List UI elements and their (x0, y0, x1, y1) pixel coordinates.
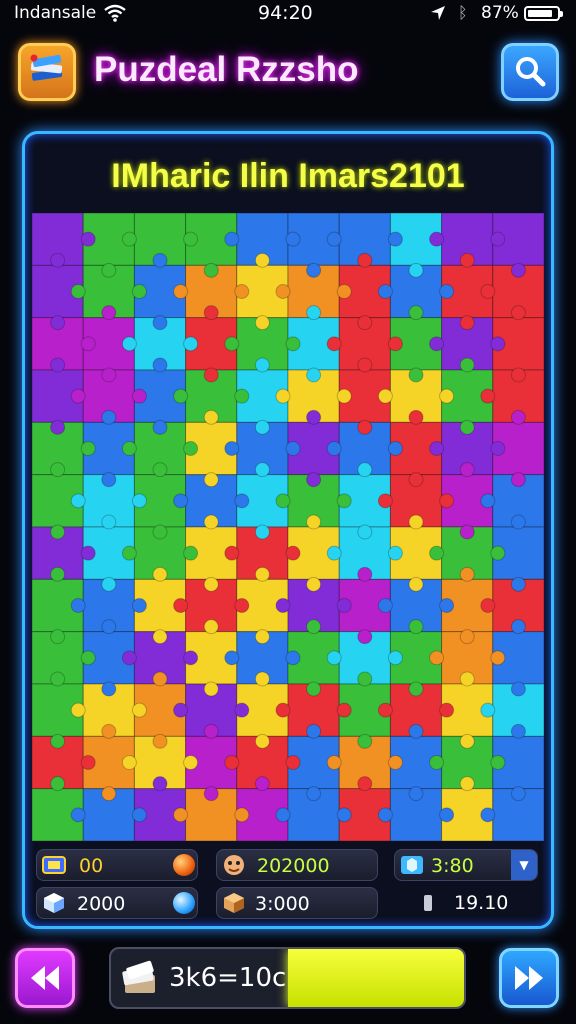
progress-label: 3k6=10c (169, 963, 287, 993)
tile-icon (42, 856, 66, 874)
location-arrow-icon (431, 6, 445, 20)
board-gloss (32, 213, 544, 841)
coins-stat: 3:000 (216, 887, 378, 919)
bluetooth-icon: ᛒ (458, 3, 468, 22)
moves-value: 00 (79, 855, 104, 877)
water-orb-icon (173, 892, 195, 914)
fire-orb-icon (173, 854, 195, 876)
score-stat: 202000 (216, 849, 378, 881)
timer-icon (424, 895, 432, 911)
fast-forward-icon (515, 966, 543, 990)
moves-stat: 00 (36, 849, 198, 881)
cube-icon (44, 893, 64, 913)
character-icon (224, 855, 244, 875)
stars-stat: 3:80 ▼ (394, 849, 538, 881)
score-value: 202000 (257, 855, 330, 877)
crate-icon (224, 893, 244, 913)
app-title: Puzdeal Rzzsho (94, 50, 359, 89)
stars-value: 3:80 (431, 855, 474, 877)
letter-stack-icon (122, 960, 155, 993)
pieces-value: 2000 (77, 893, 126, 915)
status-bar: Indansale 94:20 ᛒ 87% (0, 0, 576, 28)
coins-value: 3:000 (255, 893, 310, 915)
book-stack-icon[interactable] (18, 43, 76, 101)
battery-percent: 87% (481, 3, 519, 23)
time-stat: 19.10 (394, 887, 538, 919)
clock: 94:20 (258, 2, 313, 24)
next-button[interactable] (499, 948, 559, 1008)
carrier-label: Indansale (14, 3, 97, 23)
wifi-icon (104, 4, 126, 22)
puzzle-board[interactable] (32, 213, 544, 841)
time-value: 19.10 (454, 892, 509, 914)
gem-icon (401, 856, 423, 874)
previous-button[interactable] (15, 948, 75, 1008)
pieces-stat: 2000 (36, 887, 198, 919)
search-button[interactable] (501, 43, 559, 101)
progress-fill (287, 949, 464, 1007)
magnifier-icon (516, 57, 546, 87)
battery-icon (524, 6, 563, 21)
rewind-icon (31, 966, 59, 990)
chevron-down-icon[interactable]: ▼ (511, 850, 537, 880)
level-progress-bar: 3k6=10c (109, 947, 466, 1009)
level-title: IMharic Ilin Imars2101 (111, 157, 465, 195)
